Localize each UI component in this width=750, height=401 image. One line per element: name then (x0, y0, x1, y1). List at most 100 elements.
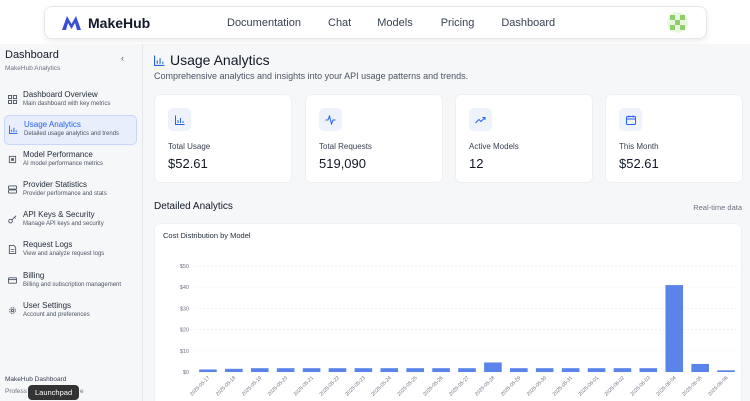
top-navigation-card: MakeHub Documentation Chat Models Pricin… (44, 6, 707, 39)
y-tick-label: $20 (180, 328, 189, 334)
bar[interactable] (587, 368, 606, 372)
stat-label: Active Models (469, 142, 519, 151)
bar[interactable] (380, 368, 399, 372)
sidebar-item-user-settings[interactable]: User Settings Account and preferences (4, 297, 137, 327)
y-tick-label: $0 (183, 370, 189, 376)
stat-value: 12 (469, 156, 484, 171)
sidebar-item-label: Usage Analytics (24, 120, 81, 129)
stat-value: $52.61 (619, 156, 659, 171)
chart-card: Cost Distribution by Model $50 $40 $30 $20 $… (154, 223, 742, 401)
nav-dashboard[interactable]: Dashboard (501, 17, 555, 29)
bar[interactable] (406, 368, 424, 372)
key-icon (8, 215, 17, 224)
sidebar-item-label: User Settings (23, 301, 72, 310)
bar[interactable] (510, 368, 528, 372)
sidebar: Dashboard MakeHub Analytics ‹ Dashboard … (0, 44, 143, 401)
realtime-label: Real-time data (693, 203, 742, 212)
x-tick-label: 2025-05-27 (448, 375, 470, 397)
bar[interactable] (250, 368, 269, 372)
nav-pricing[interactable]: Pricing (441, 17, 475, 29)
collapse-sidebar-icon[interactable]: ‹ (121, 53, 124, 63)
page-title-text: Usage Analytics (170, 52, 270, 68)
launchpad-tooltip: Launchpad (28, 385, 80, 400)
x-tick-label: 2025-05-19 (241, 375, 263, 397)
nav-documentation[interactable]: Documentation (227, 17, 301, 29)
sidebar-item-usage-analytics[interactable]: Usage Analytics Detailed usage analytics… (4, 115, 137, 145)
credit-card-icon (8, 277, 17, 284)
sidebar-item-desc: Account and preferences (23, 312, 90, 318)
x-tick-label: 2025-06-04 (655, 375, 677, 397)
bar[interactable] (717, 370, 735, 372)
nav-chat[interactable]: Chat (328, 17, 351, 29)
main-nav: Documentation Chat Models Pricing Dashbo… (227, 17, 555, 29)
bar[interactable] (484, 362, 502, 372)
footer-sub-end: e (80, 388, 84, 395)
sidebar-item-desc: Manage API keys and security (23, 221, 104, 227)
x-tick-label: 2025-05-18 (215, 375, 237, 397)
sidebar-item-label: Dashboard Overview (23, 90, 98, 99)
trending-up-icon (469, 108, 492, 131)
stat-value: $52.61 (168, 156, 208, 171)
y-tick-label: $50 (180, 264, 189, 270)
cpu-icon (8, 155, 17, 164)
sidebar-item-dashboard-overview[interactable]: Dashboard Overview Main dashboard with k… (4, 86, 137, 116)
bar-chart-icon (9, 125, 18, 134)
sidebar-item-provider-statistics[interactable]: Provider Statistics Provider performance… (4, 176, 137, 206)
bar[interactable] (199, 369, 217, 372)
nav-models[interactable]: Models (377, 17, 412, 29)
stat-label: Total Usage (168, 142, 211, 151)
sidebar-item-desc: Billing and subscription management (23, 282, 122, 288)
y-tick-label: $40 (180, 285, 189, 291)
bar[interactable] (561, 368, 580, 372)
bar[interactable] (639, 368, 658, 372)
sidebar-subtitle: MakeHub Analytics (5, 65, 61, 72)
chart-title: Cost Distribution by Model (163, 231, 251, 240)
activity-icon (319, 108, 342, 131)
bar[interactable] (225, 368, 243, 372)
sidebar-item-model-performance[interactable]: Model Performance AI model performance m… (4, 146, 137, 176)
x-tick-label: 2025-05-24 (370, 375, 392, 397)
stat-label: This Month (619, 142, 659, 151)
bar[interactable] (665, 285, 684, 372)
user-avatar[interactable] (667, 12, 688, 33)
server-icon (8, 185, 17, 194)
bar[interactable] (691, 363, 709, 372)
sidebar-item-desc: Provider performance and stats (23, 191, 107, 197)
brand-name: MakeHub (88, 15, 151, 31)
x-tick-label: 2025-05-30 (526, 375, 548, 397)
stat-label: Total Requests (319, 142, 372, 151)
stat-card-active-models: Active Models 12 (455, 94, 593, 183)
x-tick-label: 2025-05-28 (474, 375, 496, 397)
sidebar-footer-title: MakeHub Dashboard (5, 376, 67, 383)
bar[interactable] (613, 368, 632, 372)
top-navigation-bar: MakeHub Documentation Chat Models Pricin… (0, 0, 750, 44)
x-tick-label: 2025-06-01 (578, 375, 600, 397)
sidebar-item-desc: View and analyze request logs (23, 251, 105, 257)
gear-icon (9, 307, 16, 314)
x-tick-label: 2025-06-05 (681, 375, 703, 397)
stat-card-this-month: This Month $52.61 (605, 94, 743, 183)
stat-value: 519,090 (319, 156, 366, 171)
bar[interactable] (432, 368, 450, 372)
bar[interactable] (354, 368, 373, 372)
sidebar-item-billing[interactable]: Billing Billing and subscription managem… (4, 267, 137, 297)
sidebar-item-request-logs[interactable]: Request Logs View and analyze request lo… (4, 236, 137, 266)
sidebar-item-api-keys-security[interactable]: API Keys & Security Manage API keys and … (4, 206, 137, 236)
cost-distribution-chart: $50$40$30$20$10$02025-05-17 2025-05-18 202… (180, 264, 739, 398)
bar[interactable] (458, 368, 476, 372)
x-tick-label: 2025-06-02 (604, 375, 626, 397)
brand[interactable]: MakeHub (61, 14, 150, 32)
bar-chart-icon (154, 55, 165, 66)
sidebar-item-label: Model Performance (23, 150, 93, 159)
sidebar-item-desc: Main dashboard with key metrics (23, 101, 111, 107)
sidebar-item-label: Request Logs (23, 240, 73, 249)
bar[interactable] (302, 368, 321, 372)
bar[interactable] (276, 368, 295, 372)
sidebar-item-desc: Detailed usage analytics and trends (24, 131, 120, 137)
bar[interactable] (328, 368, 347, 372)
bar[interactable] (535, 368, 554, 372)
sidebar-item-desc: AI model performance metrics (23, 161, 104, 167)
sidebar-title: Dashboard (5, 49, 59, 61)
page-title: Usage Analytics (154, 52, 270, 68)
x-tick-label: 2025-05-26 (422, 375, 444, 397)
